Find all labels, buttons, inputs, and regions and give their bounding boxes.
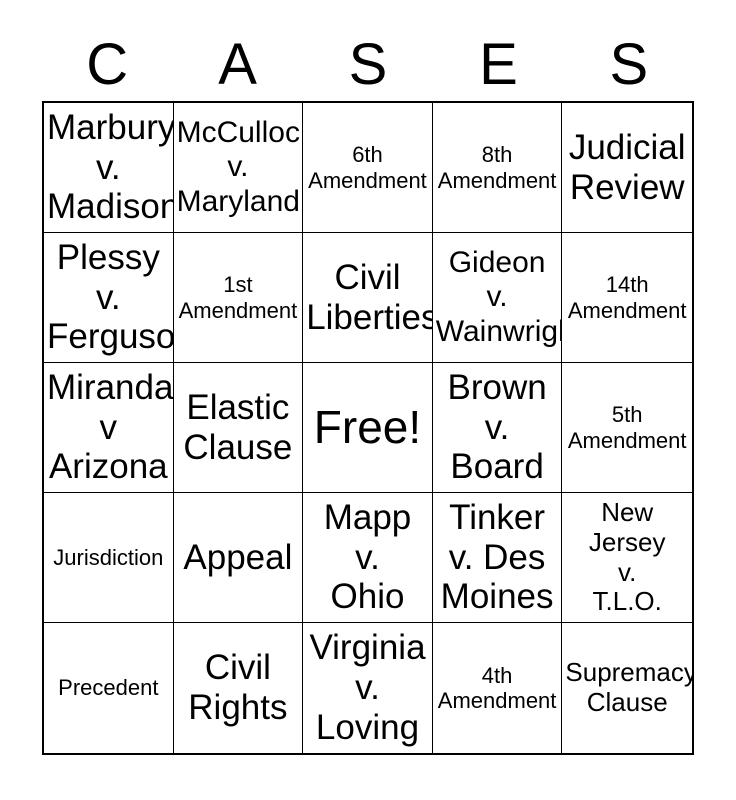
bingo-cell-label: Jurisdiction bbox=[53, 544, 164, 570]
bingo-cell[interactable]: Virginia v. Loving bbox=[303, 623, 433, 753]
bingo-cell-label: 4th Amendment bbox=[437, 662, 557, 713]
bingo-cell-label: McCulloch v. Maryland bbox=[176, 116, 304, 218]
bingo-cell[interactable]: Brown v. Board bbox=[432, 363, 563, 493]
bingo-cell[interactable]: McCulloch v. Maryland bbox=[173, 103, 304, 233]
bingo-cell-label: Supremacy Clause bbox=[565, 657, 692, 717]
header-letter-3: S bbox=[348, 31, 388, 97]
bingo-cell-label: Gideon v. Wainwright bbox=[435, 246, 562, 348]
bingo-cell-label: Civil Liberties bbox=[306, 257, 433, 337]
bingo-cell[interactable]: Civil Rights bbox=[173, 623, 304, 753]
bingo-cell[interactable]: 4th Amendment bbox=[432, 623, 563, 753]
bingo-cell[interactable]: Gideon v. Wainwright bbox=[432, 233, 563, 363]
bingo-cell[interactable]: Supremacy Clause bbox=[562, 623, 692, 753]
bingo-cell-label: 1st Amendment bbox=[178, 272, 298, 323]
bingo-cell[interactable]: New Jersey v. T.L.O. bbox=[562, 493, 692, 623]
bingo-cell[interactable]: Marbury v. Madison bbox=[44, 103, 174, 233]
header-letter-1: C bbox=[86, 31, 129, 97]
bingo-cell-label: 5th Amendment bbox=[567, 402, 687, 453]
bingo-cell-label: Miranda v Arizona bbox=[47, 367, 174, 487]
bingo-cell[interactable]: Civil Liberties bbox=[303, 233, 433, 363]
bingo-cell[interactable]: Appeal bbox=[173, 493, 304, 623]
header-letter-2: A bbox=[218, 31, 257, 97]
bingo-cell[interactable]: 6th Amendment bbox=[303, 103, 433, 233]
bingo-cell[interactable]: Plessy v. Ferguson bbox=[44, 233, 174, 363]
bingo-cell[interactable]: Judicial Review bbox=[562, 103, 692, 233]
bingo-cell-label: Tinker v. Des Moines bbox=[440, 497, 554, 617]
bingo-header: C A S E S bbox=[42, 28, 694, 101]
header-letter-5: S bbox=[609, 31, 649, 97]
header-letter-4: E bbox=[479, 31, 518, 97]
bingo-cell[interactable]: 8th Amendment bbox=[432, 103, 563, 233]
bingo-cell-label: Brown v. Board bbox=[447, 367, 547, 487]
bingo-cell-label: New Jersey v. T.L.O. bbox=[588, 497, 666, 617]
bingo-cell-label: Civil Rights bbox=[188, 648, 288, 727]
bingo-cell[interactable]: 1st Amendment bbox=[173, 233, 304, 363]
bingo-cell-label: Mapp v. Ohio bbox=[323, 497, 412, 617]
bingo-cell-label: 6th Amendment bbox=[308, 142, 427, 193]
bingo-grid: Marbury v. Madison McCulloch v. Maryland 6… bbox=[42, 101, 694, 755]
bingo-cell-label: Appeal bbox=[183, 537, 293, 577]
bingo-cell-label: Judicial Review bbox=[568, 127, 686, 207]
bingo-cell-label: Elastic Clause bbox=[183, 387, 293, 467]
bingo-cell[interactable]: Miranda v Arizona bbox=[44, 363, 174, 493]
bingo-cell-label: Virginia v. Loving bbox=[309, 628, 426, 747]
bingo-cell[interactable]: Jurisdiction bbox=[44, 493, 174, 623]
bingo-cell-label: 8th Amendment bbox=[437, 142, 557, 193]
bingo-cell[interactable]: Precedent bbox=[44, 623, 174, 753]
bingo-cell[interactable]: 5th Amendment bbox=[562, 363, 692, 493]
bingo-cell[interactable]: Mapp v. Ohio bbox=[303, 493, 433, 623]
bingo-cell[interactable]: 14th Amendment bbox=[562, 233, 692, 363]
bingo-cell-free[interactable]: Free! bbox=[303, 363, 433, 493]
bingo-cell-label: Plessy v. Ferguson bbox=[47, 237, 174, 357]
bingo-cell[interactable]: Elastic Clause bbox=[173, 363, 304, 493]
bingo-cell-label: 14th Amendment bbox=[567, 272, 687, 323]
bingo-cell-label: Marbury v. Madison bbox=[47, 107, 174, 227]
bingo-cell[interactable]: Tinker v. Des Moines bbox=[432, 493, 563, 623]
bingo-card: C A S E S Marbury v. Madison McCulloch v.… bbox=[0, 0, 736, 800]
bingo-cell-label: Free! bbox=[313, 401, 422, 454]
bingo-cell-label: Precedent bbox=[58, 675, 159, 701]
